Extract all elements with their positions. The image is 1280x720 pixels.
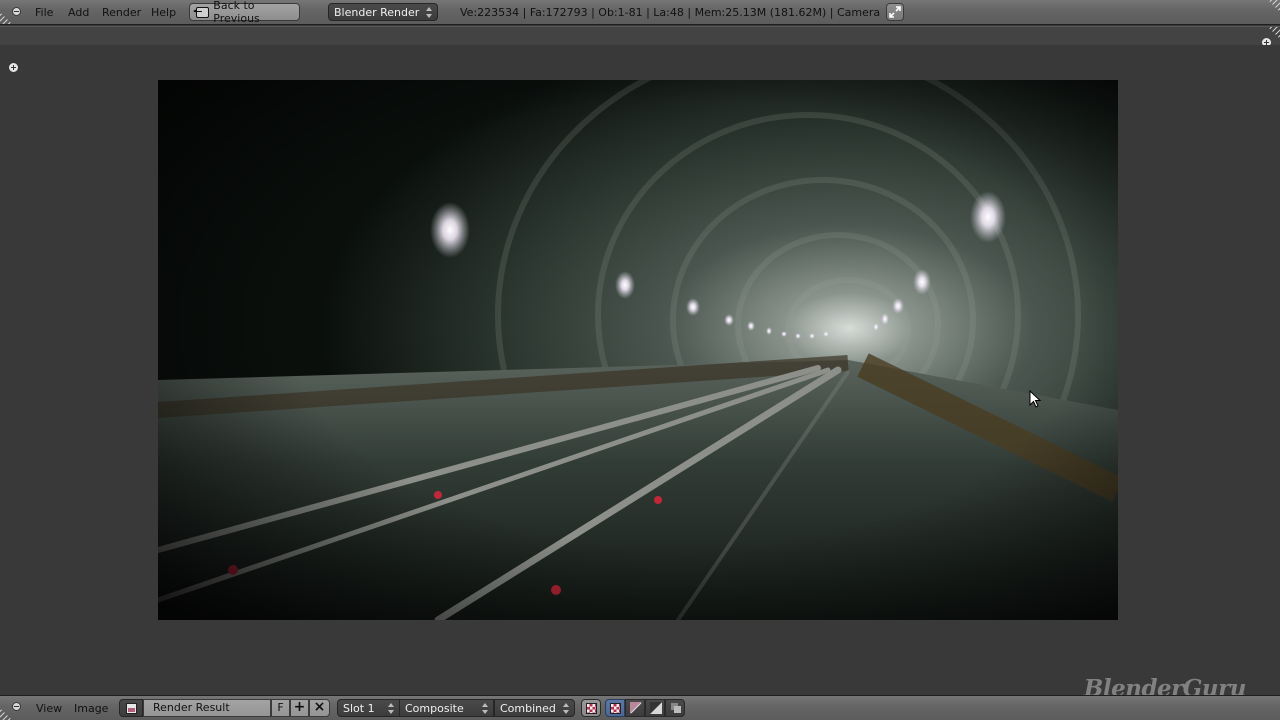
menu-render-label: Render bbox=[102, 6, 142, 19]
menu-add-label: Add bbox=[68, 6, 90, 19]
mouse-cursor-icon bbox=[1029, 390, 1042, 408]
draw-channels-button[interactable] bbox=[665, 699, 685, 717]
menu-help[interactable]: Help bbox=[151, 0, 176, 25]
draw-image-alpha-checker-button[interactable] bbox=[605, 699, 625, 717]
menu-help-label: Help bbox=[151, 6, 177, 19]
render-pass-select[interactable]: Combined bbox=[494, 699, 575, 717]
render-result-image bbox=[158, 80, 1118, 620]
menu-render[interactable]: Render bbox=[102, 0, 141, 25]
tunnel-render bbox=[158, 80, 1118, 620]
fullscreen-toggle-button[interactable] bbox=[886, 3, 904, 21]
area-split-handle-icon[interactable] bbox=[0, 708, 12, 720]
collapse-header-icon[interactable] bbox=[12, 702, 21, 711]
area-split-handle-icon[interactable] bbox=[1268, 27, 1280, 39]
slot-value: Slot 1 bbox=[343, 701, 375, 715]
menu-view-label: View bbox=[36, 701, 63, 715]
info-header: File Add Render Help Back to Previous Bl… bbox=[0, 0, 1280, 25]
channels-icon bbox=[671, 703, 681, 713]
fake-user-toggle[interactable]: F bbox=[271, 699, 290, 717]
browse-image-button[interactable] bbox=[119, 699, 143, 717]
menu-image[interactable]: Image bbox=[74, 696, 108, 720]
render-layer-select[interactable]: Composite bbox=[399, 699, 494, 717]
render-layer-value: Composite bbox=[405, 701, 464, 715]
menu-add[interactable]: Add bbox=[68, 0, 89, 25]
updown-arrows-icon bbox=[482, 703, 488, 714]
menu-image-label: Image bbox=[74, 701, 109, 715]
new-image-button[interactable]: + bbox=[290, 699, 309, 717]
collapse-header-icon[interactable] bbox=[12, 7, 21, 16]
updown-arrows-icon bbox=[426, 7, 432, 18]
unlink-image-button[interactable]: × bbox=[309, 699, 330, 717]
image-icon bbox=[126, 703, 137, 714]
back-to-previous-button[interactable]: Back to Previous bbox=[189, 0, 300, 25]
fullscreen-toggle-icon bbox=[889, 6, 901, 18]
menu-file[interactable]: File bbox=[35, 0, 53, 25]
area-split-handle-icon[interactable] bbox=[0, 12, 12, 24]
draw-alpha-overlay-button[interactable] bbox=[625, 699, 645, 717]
back-to-previous-label: Back to Previous bbox=[213, 0, 260, 25]
scene-statistics: Ve:223534 | Fa:172793 | Ob:1-81 | La:48 … bbox=[460, 6, 881, 19]
image-name-field[interactable]: Render Result bbox=[143, 699, 271, 717]
render-engine-select[interactable]: Blender Render bbox=[328, 3, 438, 21]
image-paint-alpha-toggle[interactable] bbox=[581, 699, 601, 717]
menu-view[interactable]: View bbox=[36, 696, 62, 720]
image-editor-header: View Image Render Result F + × Slot 1 Co… bbox=[0, 695, 1280, 720]
updown-arrows-icon bbox=[563, 703, 569, 714]
z-buffer-icon bbox=[650, 702, 662, 714]
tools-region-toggle-icon[interactable] bbox=[9, 63, 18, 72]
image-editor-viewport[interactable]: BlenderGuru bbox=[0, 45, 1280, 702]
slot-select[interactable]: Slot 1 bbox=[337, 699, 400, 717]
updown-arrows-icon bbox=[388, 703, 394, 714]
menu-file-label: File bbox=[35, 6, 54, 19]
render-pass-value: Combined bbox=[500, 701, 556, 715]
render-engine-value: Blender Render bbox=[334, 5, 420, 19]
alpha-overlay-icon bbox=[630, 702, 642, 714]
back-arrow-icon bbox=[192, 6, 210, 18]
checker-icon bbox=[610, 703, 621, 714]
render-info-strip: Fra:0 Ve:224944 Fa:174685 La:52 Mem:24.1… bbox=[0, 26, 1280, 60]
area-split-handle-icon[interactable] bbox=[1268, 0, 1280, 12]
alpha-brush-icon bbox=[586, 703, 597, 714]
draw-z-buffer-button[interactable] bbox=[645, 699, 665, 717]
